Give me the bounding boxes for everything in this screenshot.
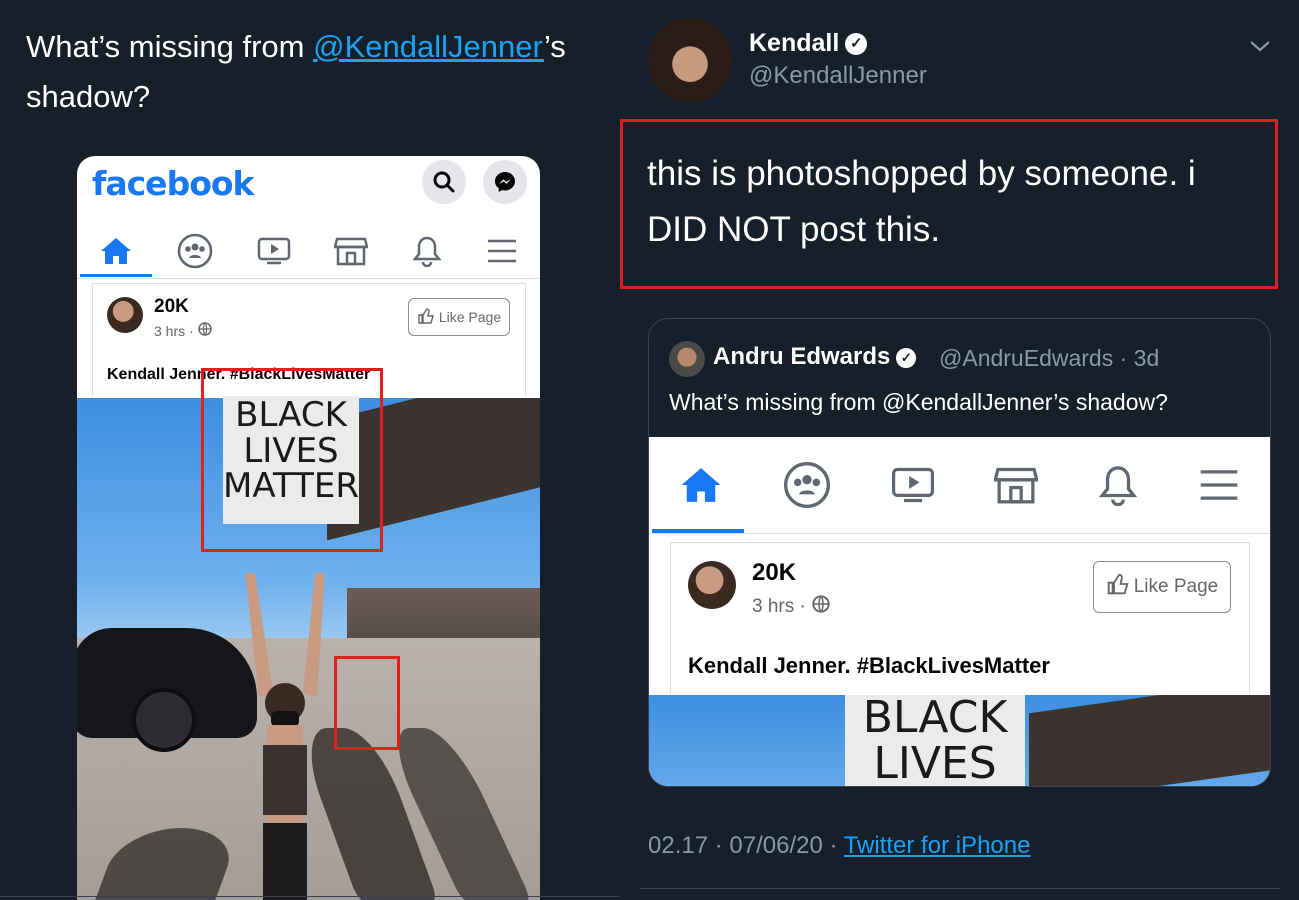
tweet-timestamp: 02.17 · 07/06/20 · Twitter for iPhone (648, 832, 1030, 860)
highlight-box-shadow (334, 656, 400, 750)
like-page-button[interactable]: Like Page (1093, 561, 1231, 613)
sign-line: LIVES (873, 738, 997, 786)
author-handle[interactable]: @KendallJenner (749, 62, 927, 90)
quote-author: Andru Edwards ✓ (713, 343, 917, 371)
fb-post-header: 20K 3 hrs · Like Page Kendall Jenner. #B… (670, 542, 1250, 693)
verified-icon: ✓ (845, 33, 868, 56)
quote-facebook-screenshot: 20K 3 hrs · Like Page Kendall Jenner. #B… (649, 437, 1270, 786)
like-page-label: Like Page (1133, 576, 1219, 597)
home-icon (679, 465, 723, 510)
divider (77, 278, 540, 279)
bell-icon (1098, 464, 1138, 511)
menu-icon (1198, 468, 1240, 507)
thumbs-up-icon (1106, 572, 1130, 602)
like-page-button[interactable]: Like Page (408, 298, 510, 336)
quote-avatar (669, 341, 705, 377)
facebook-screenshot: facebook 20K 3 hrs · Like Page Kendall J… (77, 156, 540, 900)
verified-icon: ✓ (896, 347, 917, 368)
facebook-nav (77, 226, 540, 280)
globe-icon (812, 595, 830, 619)
home-icon (99, 236, 133, 271)
photo-person (245, 573, 325, 900)
photo-awning (1029, 695, 1270, 786)
groups-icon (177, 233, 213, 274)
quote-text: What’s missing from @KendallJenner’s sha… (669, 389, 1168, 415)
timestamp-text: 02.17 · 07/06/20 · (648, 832, 838, 859)
post-photo: BLACK LIVES (649, 695, 1270, 786)
menu-icon (486, 238, 518, 269)
quote-meta: @AndruEdwards · 3d (939, 345, 1160, 371)
sign-line: BLACK (862, 695, 1008, 743)
messenger-icon (483, 160, 527, 204)
protest-sign: BLACK LIVES (845, 695, 1025, 786)
quote-author-name: Andru Edwards (713, 343, 891, 370)
quoted-tweet[interactable]: Andru Edwards ✓ @AndruEdwards · 3d What’s… (648, 318, 1271, 787)
highlight-box-sign (201, 368, 383, 552)
divider (0, 896, 620, 897)
groups-icon (783, 461, 831, 514)
post-caption: Kendall Jenner. #BlackLivesMatter (688, 653, 1050, 678)
mention-link[interactable]: @KendallJenner (313, 29, 544, 64)
post-time-text: 3 hrs · (154, 322, 194, 339)
avatar (688, 561, 736, 609)
author-name-text: Kendall (749, 29, 840, 57)
photo-wheel (132, 688, 196, 752)
tweet-text-before: What’s missing from (26, 29, 314, 64)
page-name: 20K (154, 296, 189, 317)
marketplace-icon (993, 464, 1040, 511)
watch-icon (891, 465, 935, 510)
search-icon (422, 160, 466, 204)
bell-icon (412, 235, 442, 272)
chevron-down-icon[interactable] (1248, 36, 1272, 56)
author-avatar[interactable] (648, 18, 732, 102)
divider (640, 888, 1280, 889)
facebook-nav (649, 437, 1270, 537)
source-link[interactable]: Twitter for iPhone (844, 832, 1031, 859)
author-name[interactable]: Kendall ✓ (749, 29, 868, 58)
thumbs-up-icon (417, 307, 435, 328)
facebook-logo: facebook (92, 164, 254, 203)
post-time: 3 hrs · (154, 322, 212, 339)
page-name: 20K (752, 559, 797, 586)
watch-icon (257, 236, 291, 271)
divider (649, 533, 1270, 534)
avatar (107, 297, 143, 333)
tweet-text: What’s missing from @KendallJenner’s sha… (26, 22, 606, 122)
active-tab-indicator (80, 274, 152, 277)
post-time-text: 3 hrs · (752, 596, 806, 617)
post-time: 3 hrs · (752, 595, 830, 619)
globe-icon (197, 322, 212, 339)
tweet-body: this is photoshopped by someone. i DID N… (620, 119, 1278, 289)
marketplace-icon (333, 235, 369, 272)
like-page-label: Like Page (438, 309, 502, 325)
